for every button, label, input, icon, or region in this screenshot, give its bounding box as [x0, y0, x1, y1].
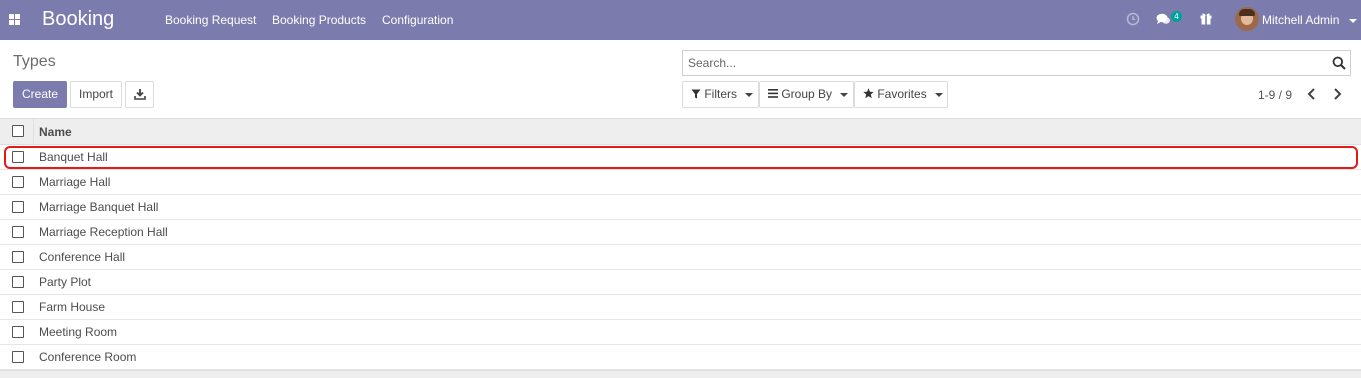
column-divider: [33, 119, 34, 145]
download-button[interactable]: [125, 81, 154, 108]
chevron-down-icon: [1348, 18, 1357, 23]
chevron-down-icon: [840, 92, 849, 97]
group-by-dropdown[interactable]: Group By: [759, 81, 854, 108]
menu-booking-request[interactable]: Booking Request: [165, 12, 256, 28]
breadcrumb-title: Types: [13, 53, 56, 70]
table-row[interactable]: Conference Room: [0, 345, 1361, 370]
list-footer: [0, 370, 1361, 378]
select-all-checkbox[interactable]: [12, 125, 24, 137]
user-avatar[interactable]: [1235, 7, 1259, 31]
import-button[interactable]: Import: [70, 81, 122, 108]
row-checkbox[interactable]: [12, 351, 24, 363]
pager-value[interactable]: 1-9 / 9: [1258, 87, 1292, 103]
app-brand[interactable]: Booking: [42, 7, 114, 31]
table-row[interactable]: Marriage Reception Hall: [0, 220, 1361, 245]
search-input[interactable]: [683, 51, 1323, 75]
table-row[interactable]: Banquet Hall: [0, 145, 1361, 170]
row-checkbox[interactable]: [12, 251, 24, 263]
filters-dropdown[interactable]: Filters: [682, 81, 759, 108]
top-navbar: Booking Booking Request Booking Products…: [0, 0, 1361, 40]
user-menu[interactable]: Mitchell Admin: [1262, 12, 1357, 28]
row-checkbox[interactable]: [12, 151, 24, 163]
row-name: Conference Room: [39, 350, 137, 364]
search-box: [682, 50, 1351, 76]
table-row[interactable]: Party Plot: [0, 270, 1361, 295]
chevron-down-icon: [935, 92, 944, 97]
favorites-dropdown[interactable]: Favorites: [854, 81, 948, 108]
row-checkbox[interactable]: [12, 326, 24, 338]
row-name: Party Plot: [39, 275, 92, 289]
favorites-label: Favorites: [877, 87, 927, 101]
row-name: Meeting Room: [39, 325, 118, 339]
row-name: Marriage Reception Hall: [39, 225, 168, 239]
create-button[interactable]: Create: [13, 81, 67, 108]
row-name: Marriage Banquet Hall: [39, 200, 159, 214]
row-name: Banquet Hall: [39, 150, 108, 164]
apps-grid-icon[interactable]: [9, 14, 20, 25]
menu-configuration[interactable]: Configuration: [382, 12, 453, 28]
chat-icon[interactable]: [1156, 13, 1171, 26]
filters-label: Filters: [704, 87, 738, 101]
list-header: Name: [0, 118, 1361, 145]
table-row[interactable]: Marriage Banquet Hall: [0, 195, 1361, 220]
column-header-name[interactable]: Name: [39, 125, 72, 139]
gift-icon[interactable]: [1200, 12, 1212, 25]
table-row[interactable]: Conference Hall: [0, 245, 1361, 270]
group-by-label: Group By: [781, 87, 833, 101]
chevron-down-icon: [745, 92, 754, 97]
row-checkbox[interactable]: [12, 301, 24, 313]
row-name: Conference Hall: [39, 250, 126, 264]
download-icon: [134, 89, 146, 100]
chevron-right-icon[interactable]: [1329, 86, 1345, 102]
user-name-label: Mitchell Admin: [1262, 13, 1340, 27]
star-icon: [863, 88, 874, 99]
chevron-left-icon[interactable]: [1304, 86, 1320, 102]
table-row[interactable]: Farm House: [0, 295, 1361, 320]
search-icon[interactable]: [1332, 56, 1346, 70]
filter-icon: [691, 89, 701, 99]
row-name: Marriage Hall: [39, 175, 111, 189]
row-checkbox[interactable]: [12, 226, 24, 238]
message-count-badge: 4: [1171, 11, 1182, 22]
list-icon: [768, 89, 778, 98]
row-checkbox[interactable]: [12, 176, 24, 188]
clock-icon[interactable]: [1126, 12, 1140, 26]
menu-booking-products[interactable]: Booking Products: [272, 12, 366, 28]
table-row[interactable]: Meeting Room: [0, 320, 1361, 345]
row-checkbox[interactable]: [12, 201, 24, 213]
row-name: Farm House: [39, 300, 106, 314]
table-row[interactable]: Marriage Hall: [0, 170, 1361, 195]
row-checkbox[interactable]: [12, 276, 24, 288]
